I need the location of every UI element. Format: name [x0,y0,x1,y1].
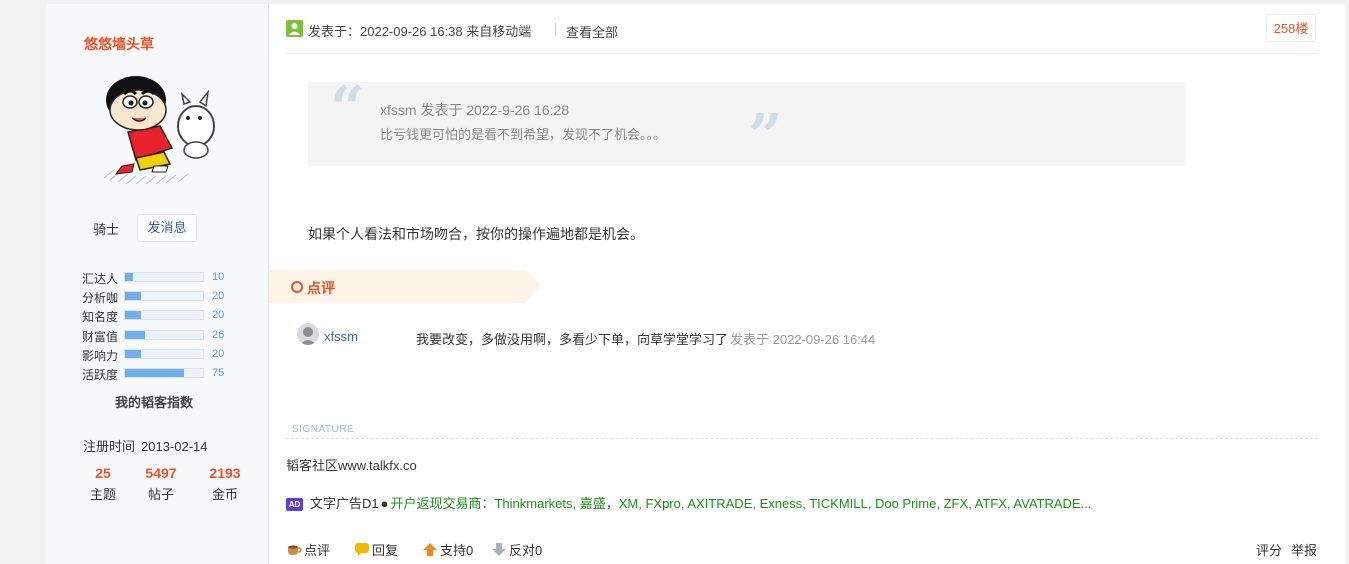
registration-info: 注册时间 2013-02-14 [83,436,208,455]
down-arrow-icon [491,543,507,556]
oppose-button-label: 反对0 [509,543,543,558]
stat-bar-fill [125,368,184,377]
stat-bar [124,291,204,302]
close-quote-icon: ” [748,102,783,172]
speech-bubble-icon [354,543,370,556]
stat-value: 26 [212,328,225,341]
stat-bar-fill [125,273,133,281]
author-rank: 骑士 [93,222,120,237]
up-arrow-icon [422,543,438,556]
stat-label: 分析咖 [82,291,119,306]
ad-link[interactable]: 开户返现交易商：Thinkmarkets, 嘉盛，XM, FXpro, AXIT… [390,496,1091,511]
ad-bullet: ● [380,496,389,511]
count-label: 帖子 [147,487,174,502]
stat-label: 影响力 [82,348,119,363]
stat-bar-fill [125,311,141,320]
ad-icon: AD [286,498,303,511]
stat-bar-fill [125,292,141,301]
comment-button-label: 点评 [304,543,331,558]
count-label: 主题 [89,487,116,502]
rate-button[interactable]: 评分 [1256,540,1282,559]
count-coins[interactable]: 2193 金币 [200,465,250,503]
post-actions: 点评 回复 支持0 反对0 评分 举报 [286,540,1318,560]
count-value: 5497 [145,465,177,481]
quote-body: 比亏钱更可怕的是看不到希望，发现不了机会。。。 [380,127,667,142]
author-username[interactable]: 悠悠墙头草 [84,34,154,54]
stat-value: 20 [212,309,225,322]
oppose-button[interactable]: 反对0 [491,540,542,559]
stat-value: 20 [212,290,225,303]
divider [555,23,556,36]
online-user-icon [286,20,303,37]
stat-bar [124,367,204,378]
stat-label: 汇达人 [82,272,119,286]
signature-text: 韬客社区www.talkfx.co [286,458,417,473]
send-message-button[interactable]: 发消息 [137,214,197,242]
stat-bar [124,272,204,282]
report-button[interactable]: 举报 [1291,540,1317,559]
comment-item: 我要改变，多做没用啊，多看少下单，向草学堂学习了 发表于 2022-09-26 1… [416,329,875,348]
comment-text: 我要改变，多做没用啊，多看少下单，向草学堂学习了 [416,332,729,347]
author-avatar[interactable] [96,66,224,194]
stat-label: 财富值 [82,329,119,344]
signature-label: SIGNATURE [292,424,355,435]
comment-button[interactable]: 点评 [286,540,330,559]
reg-date: 2013-02-14 [141,439,208,454]
count-threads[interactable]: 25 主题 [78,465,128,503]
comment-time: 发表于 2022-09-26 16:44 [730,332,876,347]
ad-label: 文字广告D1 [310,496,379,511]
open-quote-icon: “ [330,74,365,144]
stat-label: 知名度 [82,310,119,325]
reg-label: 注册时间 [83,439,136,454]
text-ad: AD 文字广告D1 ● 开户返现交易商：Thinkmarkets, 嘉盛，XM, FX… [286,493,1091,512]
stat-label: 活跃度 [82,367,119,382]
stat-value: 20 [212,347,225,360]
circle-icon [291,281,303,293]
stat-value: 75 [212,366,225,379]
cup-icon [286,543,302,556]
view-all-link[interactable]: 查看全部 [566,22,618,41]
reply-content: 如果个人看法和市场吻合，按你的操作遍地都是机会。 [308,226,644,242]
count-label: 金币 [211,487,238,502]
commenter-avatar[interactable] [297,323,319,345]
commenter-username[interactable]: xfssm [324,329,358,344]
count-posts[interactable]: 5497 帖子 [136,465,186,503]
reply-button[interactable]: 回复 [354,540,398,559]
quote-header: xfssm 发表于 2022-9-26 16:28 [380,102,570,118]
stat-value: 10 [212,271,225,283]
divider [286,53,1318,54]
floor-number[interactable]: 258楼 [1266,14,1316,42]
count-value: 2193 [209,465,241,481]
stat-bar [124,348,204,359]
support-button-label: 支持0 [440,543,474,558]
comment-section-title: 点评 [307,280,335,296]
index-title[interactable]: 我的韬客指数 [115,392,193,411]
support-button[interactable]: 支持0 [422,540,473,559]
stat-bar-fill [125,349,141,358]
count-value: 25 [95,465,111,481]
reply-button-label: 回复 [372,543,399,558]
post-meta: 发表于：2022-09-26 16:38 来自移动端 [308,24,532,39]
signature-divider [286,438,1318,439]
stat-bar [124,310,204,321]
stat-bar-fill [125,330,146,339]
stat-bar [124,329,204,340]
quote-block: “ xfssm 发表于 2022-9-26 16:28 比亏钱更可怕的是看不到希… [308,74,1186,172]
